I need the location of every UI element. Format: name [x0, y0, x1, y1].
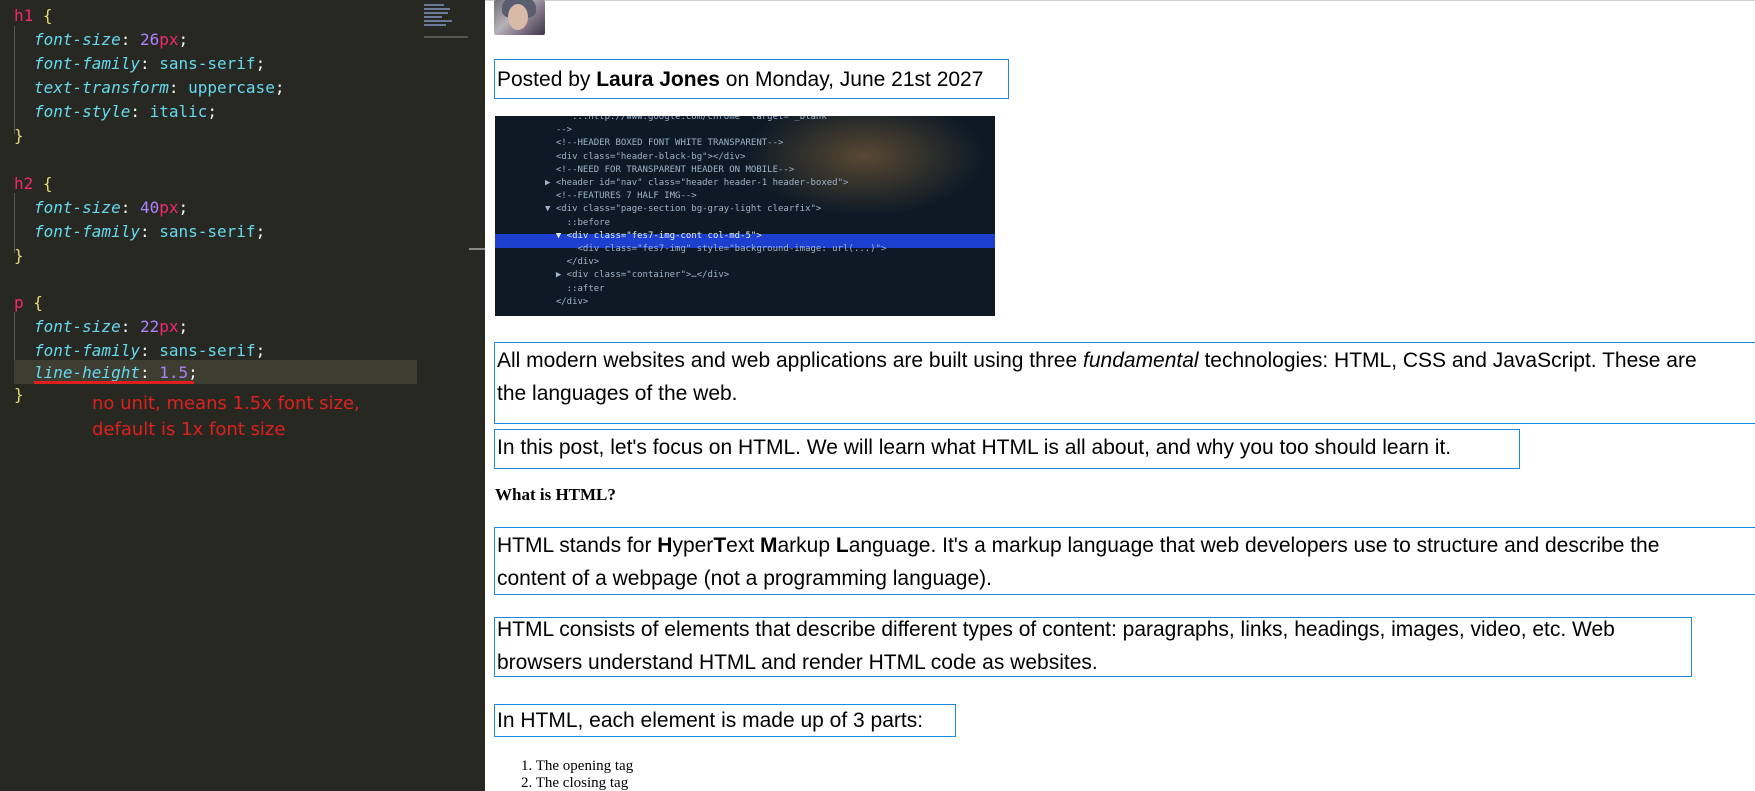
paragraph-line: the languages of the web.	[497, 382, 738, 405]
code-editor[interactable]: h1 { font-size: 26px; font-family: sans-…	[0, 0, 469, 791]
scroll-marker	[469, 248, 485, 250]
hero-code-line: ::before	[545, 217, 611, 228]
code-line[interactable]: h1 {	[14, 4, 53, 28]
css-value: italic	[149, 102, 208, 121]
css-selector: h2	[14, 174, 34, 193]
code-line[interactable]: font-size: 26px;	[34, 28, 188, 52]
code-line[interactable]: }	[14, 124, 24, 148]
css-property: font-size	[34, 198, 121, 217]
text: yper	[672, 534, 714, 557]
page-top-border	[485, 0, 1755, 1]
text: technologies: HTML, CSS and JavaScript. …	[1198, 349, 1697, 372]
paragraph-definition: HTML stands for HyperText Markup Languag…	[494, 527, 1755, 595]
css-selector: p	[14, 293, 24, 312]
hero-code-line: ▼ <div class="page-section bg-gray-light…	[545, 204, 822, 215]
post-date: on Monday, June 21st 2027	[719, 68, 984, 91]
css-property: line-height	[34, 363, 140, 382]
css-property: font-size	[34, 30, 121, 49]
paragraph-line: content of a webpage (not a programming …	[497, 567, 992, 590]
hero-code-line: ▶ <header id="nav" class="header header-…	[545, 178, 849, 188]
hero-image: ...http://www.google.com/chrome" target=…	[495, 116, 995, 316]
css-value: uppercase	[188, 78, 275, 97]
css-value: sans-serif	[159, 222, 256, 241]
annotation-underline	[34, 381, 194, 384]
minimap[interactable]	[424, 4, 468, 38]
text: anguage. It's a markup language that web…	[848, 534, 1660, 557]
paragraph-intro: All modern websites and web applications…	[494, 342, 1755, 424]
paragraph-line: In this post, let's focus on HTML. We wi…	[497, 436, 1452, 459]
code-line[interactable]: }	[14, 383, 24, 407]
text: HTML stands for	[497, 534, 658, 557]
css-unit: px	[159, 198, 179, 217]
code-line[interactable]: font-family: sans-serif;	[34, 339, 265, 363]
post-meta-text: Posted by Laura Jones on Monday, June 21…	[497, 63, 983, 96]
code-line[interactable]: font-size: 22px;	[34, 315, 188, 339]
css-property: font-style	[34, 102, 131, 121]
paragraph-elements: HTML consists of elements that describe …	[494, 617, 1692, 677]
code-line[interactable]: }	[14, 244, 24, 268]
hero-code-line: -->	[545, 125, 573, 136]
author-name: Laura Jones	[596, 68, 720, 91]
text: All modern websites and web applications…	[497, 349, 1084, 372]
hero-code-line: <div class="header-black-bg"></div>	[545, 151, 746, 162]
hero-code-line: ...http://www.google.com/chrome" target=…	[545, 116, 833, 122]
code-line[interactable]: p {	[14, 291, 43, 315]
text: arkup	[777, 534, 836, 557]
css-unit: px	[159, 30, 179, 49]
hero-code-line: <!--HEADER BOXED FONT WHITE TRANSPARENT-…	[545, 138, 784, 149]
paragraph-line: In HTML, each element is made up of 3 pa…	[497, 709, 924, 732]
paragraph-focus: In this post, let's focus on HTML. We wi…	[494, 429, 1520, 469]
bold-letter: M	[760, 534, 778, 557]
code-line[interactable]: h2 {	[14, 172, 53, 196]
list-item: 2. The closing tag	[521, 775, 629, 791]
code-line[interactable]: font-family: sans-serif;	[34, 220, 265, 244]
hero-code-line: ::after	[545, 283, 605, 294]
hero-code-line: ▼ <div class="fes7-img-cont col-md-5">	[545, 230, 762, 241]
emphasis-text: fundamental	[1083, 349, 1199, 372]
bold-letter: T	[713, 534, 727, 557]
post-meta: Posted by Laura Jones on Monday, June 21…	[494, 59, 1009, 99]
paragraph-line: HTML stands for HyperText Markup Languag…	[497, 529, 1659, 562]
css-number: 40	[139, 198, 160, 217]
css-property: font-family	[34, 341, 140, 360]
annotation-note: no unit, means 1.5x font size, default i…	[92, 393, 360, 440]
hero-code-line: <!--NEED FOR TRANSPARENT HEADER ON MOBIL…	[545, 164, 795, 175]
css-property: text-transform	[34, 78, 169, 97]
bold-letter: L	[835, 534, 849, 557]
browser-preview[interactable]: Posted by Laura Jones on Monday, June 21…	[485, 0, 1755, 791]
posted-by-label: Posted by	[497, 68, 597, 91]
paragraph-line: HTML consists of elements that describe …	[497, 618, 1615, 641]
author-avatar	[494, 0, 545, 35]
list-item: 1. The opening tag	[521, 758, 634, 774]
css-property: font-family	[34, 54, 140, 73]
code-line[interactable]: font-style: italic;	[34, 100, 217, 124]
hero-code-line: ▶ <div class="container">…</div>	[545, 270, 730, 281]
css-property: font-size	[34, 317, 121, 336]
code-line[interactable]: font-size: 40px;	[34, 196, 188, 220]
hero-code-line: <!--FEATURES 7 HALF IMG-->	[545, 191, 697, 202]
paragraph-line: browsers understand HTML and render HTML…	[497, 651, 1098, 674]
hero-code-line: </div>	[545, 257, 600, 268]
paragraph-line: All modern websites and web applications…	[497, 344, 1697, 377]
text: ext	[726, 534, 760, 557]
code-line[interactable]: text-transform: uppercase;	[34, 76, 284, 100]
hero-code-line: </div>	[545, 296, 589, 307]
parts-list: 1. The opening tag 2. The closing tag	[521, 758, 633, 791]
code-line[interactable]: font-family: sans-serif;	[34, 52, 265, 76]
css-value: sans-serif	[159, 341, 256, 360]
css-value: sans-serif	[159, 54, 256, 73]
paragraph-parts: In HTML, each element is made up of 3 pa…	[494, 704, 956, 737]
bold-letter: H	[657, 534, 673, 557]
css-unit: px	[159, 317, 179, 336]
minimap-viewport	[424, 36, 468, 38]
css-number: 26	[139, 30, 160, 49]
pane-splitter[interactable]	[469, 0, 485, 791]
css-number: 1.5	[159, 363, 189, 382]
section-heading: What is HTML?	[495, 485, 616, 504]
css-number: 22	[139, 317, 160, 336]
hero-code-line: <div class="fes7-img" style="background-…	[545, 244, 887, 254]
css-property: font-family	[34, 222, 140, 241]
indent-guide	[14, 26, 15, 134]
css-selector: h1	[14, 6, 34, 25]
